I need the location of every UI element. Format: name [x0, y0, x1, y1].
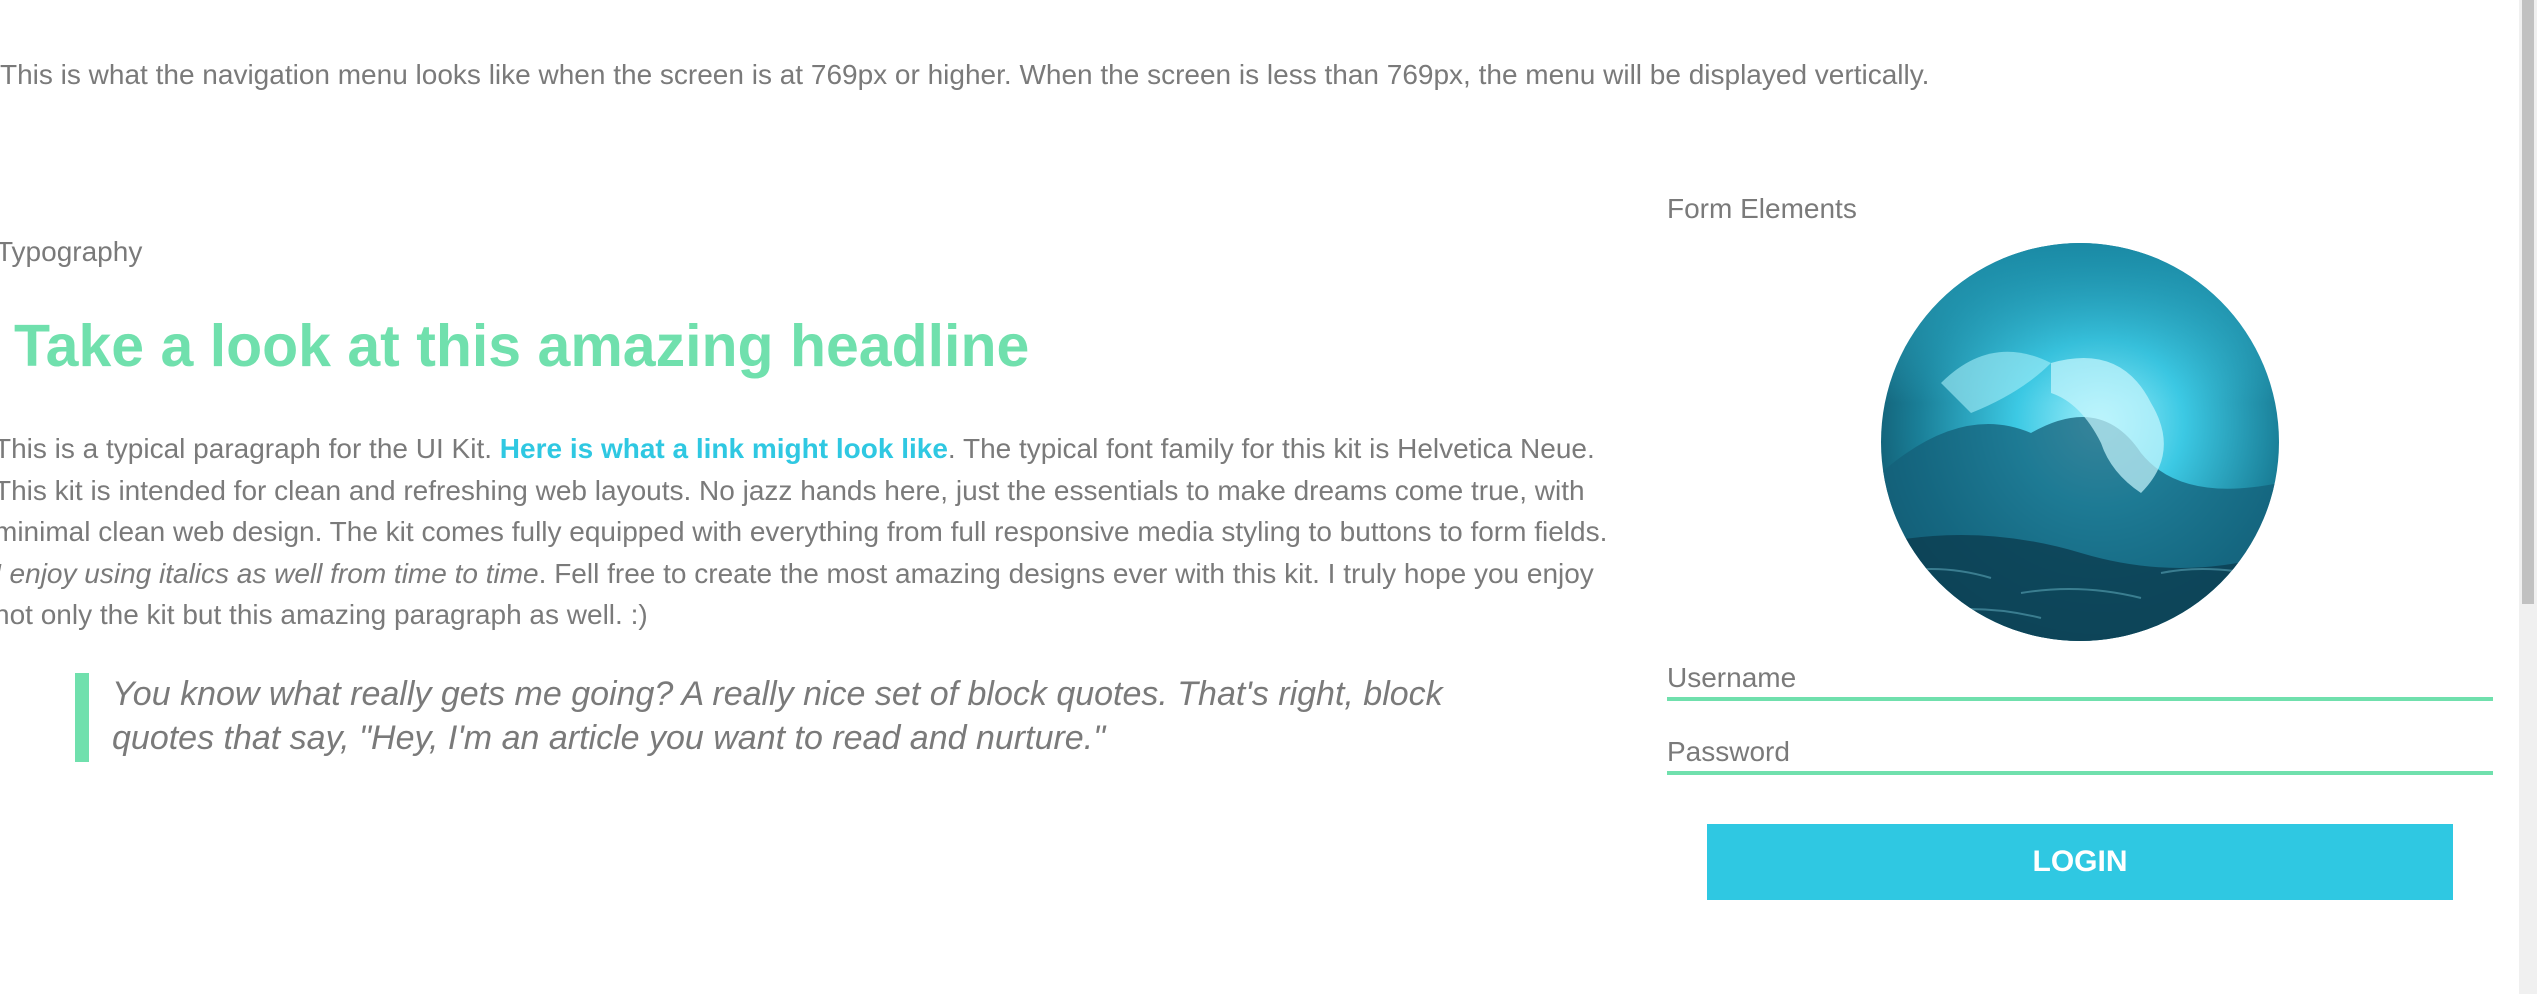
password-input[interactable] [1667, 733, 2493, 771]
paragraph-italic: I enjoy using italics as well from time … [0, 557, 539, 589]
paragraph-intro: This is a typical paragraph for the UI K… [0, 433, 500, 464]
typography-section-label: Typography [0, 236, 143, 267]
page: This is what the navigation menu looks l… [0, 0, 2537, 994]
blockquote: You know what really gets me going? A re… [112, 675, 1443, 757]
sample-link[interactable]: Here is what a link might look like [500, 433, 948, 464]
nav-note: This is what the navigation menu looks l… [0, 59, 1930, 90]
ocean-wave-image [1881, 243, 2279, 641]
form-section-label: Form Elements [1667, 193, 1857, 224]
username-field[interactable] [1667, 659, 2493, 701]
blockquote-bar [75, 673, 89, 762]
username-input[interactable] [1667, 659, 2493, 697]
login-button[interactable]: LOGIN [1707, 824, 2453, 900]
body-paragraph: This is a typical paragraph for the UI K… [0, 428, 1619, 636]
page-headline: Take a look at this amazing headline [14, 313, 1030, 379]
scrollbar-thumb[interactable] [2522, 0, 2534, 604]
password-field[interactable] [1667, 733, 2493, 775]
